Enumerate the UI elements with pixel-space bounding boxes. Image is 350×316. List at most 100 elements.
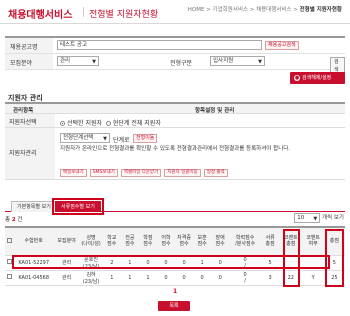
page-subtitle: 전형별 지원자현황 — [89, 10, 159, 20]
chevron-down-icon: ▼ — [313, 216, 318, 222]
radio-selected[interactable] — [60, 121, 65, 126]
cell-exam-no[interactable]: KA01-52297 — [13, 255, 54, 271]
col-comment-total: 코멘트 총점 — [279, 227, 303, 256]
col-veteran: 보훈 점수 — [193, 227, 212, 256]
stage-select-value: 입사지원 — [213, 58, 234, 64]
row-checkbox-cell — [5, 255, 14, 271]
job-title-label: 채용공고명 — [5, 38, 53, 53]
col-school: 학교 점수 — [102, 227, 121, 256]
manage-header-left: 관리항목 — [13, 108, 34, 114]
cell-doc-total: 5 — [261, 255, 280, 271]
cell-comment-total — [279, 255, 303, 271]
stage-label: 전형구분 — [170, 60, 193, 67]
col-name: 성명 (나이/성) — [79, 227, 103, 256]
page: 채용대행서비스 전형별 지원자현황 HOME > 기업회원서비스 > 채용대행서… — [0, 0, 350, 316]
table-row: KA01-52297 관리 문호진 (23/남) 2 1 0 0 0 1 0 0… — [5, 255, 345, 271]
cell-disability: 0 — [211, 270, 230, 286]
chevron-down-icon: ▼ — [92, 59, 96, 65]
page-title: 채용대행서비스 — [8, 10, 73, 21]
col-gpa: 학점 점수 — [138, 227, 157, 256]
cell-field: 관리 — [53, 270, 80, 286]
print-schedule-button[interactable]: 일정 출력 — [203, 169, 228, 177]
mgmt-label: 지원자관리 — [5, 128, 55, 179]
col-language: 어학 점수 — [156, 227, 175, 256]
detail-search-button[interactable]: ● 검색해제/설정 — [290, 72, 345, 84]
cell-gpa: 1 — [138, 270, 157, 286]
stage-move-button[interactable]: 전형이동 — [133, 134, 158, 143]
per-page-select[interactable]: 10 ▼ — [294, 213, 321, 223]
row-checkbox[interactable] — [6, 259, 12, 264]
radio-all[interactable] — [105, 121, 111, 126]
search-form: 채용공고명 테스트 공고 채용공고검색 모집분야 관리 ▼ 전형구분 입사지원 ▼ … — [5, 36, 345, 75]
cell-cert: 0 — [175, 255, 194, 271]
breadcrumb: HOME > 기업회원서비스 > 채용대행서비스 > 전형별 지원자현황 — [187, 7, 342, 13]
col-total: 총점 — [323, 227, 345, 256]
select-options: 선택한 지원자 현단계 전체 지원자 — [60, 118, 161, 127]
row-checkbox-cell — [5, 270, 14, 286]
applicant-table: 수험번호 모집분야 성명 (나이/성) 학교 점수 전공 점수 학점 점수 어학… — [5, 226, 345, 286]
result-count: 총 2 건 — [5, 215, 22, 223]
cell-doc-total: 3 — [261, 270, 280, 286]
cell-edu: 0 / — [229, 270, 262, 286]
cell-veteran: 1 — [193, 255, 212, 271]
col-doc-total: 서류 총점 — [261, 227, 280, 256]
manage-header-right: 항목설정 및 관리 — [195, 108, 235, 114]
per-page-unit: 개씩 보기 — [322, 215, 344, 221]
stage-suffix: 단계로 — [113, 137, 130, 144]
bulk-move-button[interactable]: 지원자 일괄이동 — [164, 169, 201, 177]
breadcrumb-corp[interactable]: 기업회원서비스 — [213, 7, 248, 13]
tab-document-score[interactable]: 서류점수별 보기 — [52, 198, 104, 215]
tab-basic[interactable]: 기본항목별 보기 — [11, 201, 57, 212]
per-page: 10 ▼ 개씩 보기 — [294, 213, 344, 223]
cell-name[interactable]: 김하 (23/남) — [79, 270, 103, 286]
stage-move-value: 전형단계선택 — [63, 135, 94, 141]
cell-total: 5 — [323, 255, 345, 271]
cell-gpa: 0 — [138, 255, 157, 271]
field-select[interactable]: 관리 ▼ — [57, 56, 99, 66]
search-icon: ● — [294, 75, 300, 81]
job-search-link[interactable]: 채용공고검색 — [265, 41, 299, 50]
send-mail-button[interactable]: 메일보내기 — [60, 169, 87, 177]
col-field: 모집분야 — [53, 227, 80, 256]
select-all-checkbox[interactable] — [6, 237, 12, 243]
cell-comment-yn — [302, 255, 324, 271]
list-button[interactable]: 목록 — [158, 301, 190, 311]
send-sms-button[interactable]: SMS보내기 — [89, 169, 118, 177]
field-row: 모집분야 관리 ▼ 전형구분 입사지원 ▼ 검색 — [5, 54, 345, 75]
cell-exam-no[interactable]: KA01-04568 — [13, 270, 54, 286]
manage-header: 관리항목 항목설정 및 관리 — [5, 104, 345, 114]
applicant-manage-table: 관리항목 항목설정 및 관리 지원자선택 선택한 지원자 현단계 전체 지원자 … — [5, 102, 345, 180]
row-checkbox[interactable] — [6, 274, 12, 279]
cell-name[interactable]: 문호진 (23/남) — [79, 255, 103, 271]
cell-school: 1 — [102, 270, 121, 286]
pagination-current[interactable]: 1 — [173, 288, 177, 295]
stage-select[interactable]: 입사지원 ▼ — [210, 56, 265, 66]
table-header-row: 수험번호 모집분야 성명 (나이/성) 학교 점수 전공 점수 학점 점수 어학… — [5, 227, 345, 256]
cell-comment-total: 22 — [279, 270, 303, 286]
cell-comment-yn: Y — [302, 270, 324, 286]
stage-move-select[interactable]: 전형단계선택 ▼ — [60, 133, 110, 143]
title-divider — [83, 7, 84, 17]
job-title-input[interactable]: 테스트 공고 — [57, 40, 262, 50]
job-title-row: 채용공고명 테스트 공고 채용공고검색 — [5, 38, 345, 54]
detail-search-label: 검색해제/설정 — [302, 75, 332, 81]
count-unit: 건 — [17, 217, 23, 223]
cell-major: 1 — [120, 270, 139, 286]
select-label: 지원자선택 — [5, 114, 55, 127]
select-all-cell — [5, 227, 14, 256]
detail-search-bar: ● 검색해제/설정 — [5, 72, 345, 84]
mgmt-row: 지원자관리 전형단계선택 ▼ 단계로 전형이동 지원자가 온라인으로 전형결과를 … — [5, 128, 345, 180]
breadcrumb-home[interactable]: HOME — [188, 7, 205, 13]
view-tabs: 기본항목별 보기 서류점수별 보기 — [5, 198, 345, 215]
chevron-down-icon: ▼ — [103, 136, 107, 142]
cell-veteran: 0 — [193, 270, 212, 286]
breadcrumb-service[interactable]: 채용대행서비스 — [256, 7, 291, 13]
per-page-value: 10 — [297, 215, 305, 221]
excel-download-button[interactable]: 엑셀파일 다운받기 — [120, 169, 162, 177]
chevron-down-icon: ▼ — [258, 59, 262, 65]
col-comment-yn: 코멘트 여부 — [302, 227, 324, 256]
radio-all-label: 현단계 전체 지원자 — [112, 120, 161, 127]
col-major: 전공 점수 — [120, 227, 139, 256]
cell-major: 1 — [120, 255, 139, 271]
cell-field: 관리 — [53, 255, 80, 271]
